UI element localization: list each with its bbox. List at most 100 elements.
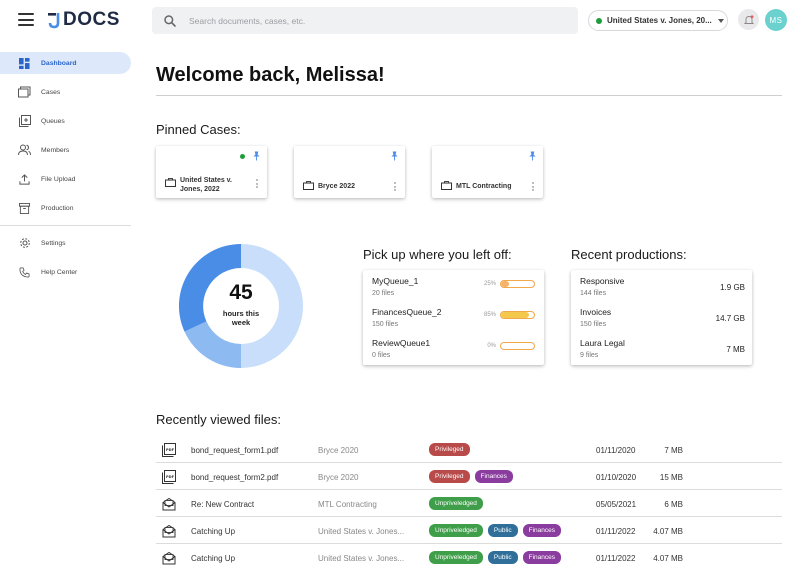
production-icon [18, 202, 31, 215]
table-row[interactable]: PDF bond_request_form2.pdf Bryce 2020 Privi… [156, 464, 782, 490]
sidebar-item-queues[interactable]: Queues [0, 110, 131, 132]
queue-progress-fill [501, 281, 510, 287]
search-bar[interactable] [152, 7, 578, 34]
sidebar-item-label: Members [41, 146, 70, 154]
tag-badge[interactable]: Privileged [429, 470, 470, 483]
sidebar-item-label: Help Center [41, 268, 78, 276]
members-icon [18, 144, 31, 157]
case-status-dot [596, 17, 602, 24]
queue-progress-bar [500, 280, 535, 288]
sidebar-item-members[interactable]: Members [0, 139, 131, 161]
queue-files: 20 files [372, 290, 395, 297]
file-date: 01/11/2020 [596, 446, 636, 455]
file-case: MTL Contracting [318, 500, 377, 509]
table-row[interactable]: Catching Up United States v. Jones... Unpr… [156, 518, 782, 544]
pdf-icon: PDF [162, 470, 176, 484]
tag-badge[interactable]: Finances [474, 470, 513, 483]
table-row[interactable]: PDF bond_request_form1.pdf Bryce 2020 Privi… [156, 437, 782, 463]
queues-icon [18, 115, 31, 128]
tag-badge[interactable]: Public [487, 551, 518, 564]
briefcase-icon [303, 181, 314, 190]
production-item[interactable]: Invoices 150 files 14.7 GB [580, 307, 745, 331]
sidebar-item-cases[interactable]: Cases [0, 81, 131, 103]
file-tags: Unpriveledged Public Finances [429, 524, 562, 537]
menu-icon[interactable] [18, 13, 34, 26]
production-files: 9 files [580, 352, 599, 359]
phone-icon [18, 266, 31, 279]
queue-name: MyQueue_1 [372, 276, 419, 286]
tag-badge[interactable]: Unpriveledged [429, 524, 483, 537]
case-status-dot [240, 154, 245, 159]
sidebar-item-file-upload[interactable]: File Upload [0, 168, 131, 190]
sidebar-item-label: Dashboard [41, 59, 77, 67]
file-name[interactable]: bond_request_form1.pdf [191, 446, 278, 455]
file-case: United States v. Jones... [318, 554, 405, 563]
queue-item[interactable]: MyQueue_1 20 files 25% [372, 276, 542, 300]
donut-center: 45 hours this week [179, 244, 303, 368]
svg-text:PDF: PDF [166, 448, 175, 452]
pinned-case-card[interactable]: Bryce 2022 [294, 146, 405, 198]
tag-badge[interactable]: Privileged [429, 443, 470, 456]
sidebar-item-dashboard[interactable]: Dashboard [0, 52, 131, 74]
logo[interactable]: DOCS [46, 9, 120, 31]
more-options-icon[interactable] [532, 182, 535, 193]
table-row[interactable]: Re: New Contract MTL Contracting Unprivele… [156, 491, 782, 517]
file-size: 4.07 MB [653, 554, 683, 563]
search-icon [164, 14, 176, 27]
title-divider [156, 95, 782, 96]
tag-badge[interactable]: Finances [522, 524, 562, 537]
file-name[interactable]: Re: New Contract [191, 500, 254, 509]
pin-icon[interactable] [528, 151, 537, 161]
pin-icon[interactable] [252, 151, 261, 161]
pinned-cases-heading: Pinned Cases: [156, 122, 241, 137]
pinned-case-card[interactable]: United States v. Jones, 2022 [156, 146, 267, 198]
page-title: Welcome back, Melissa! [156, 64, 385, 86]
chevron-down-icon [718, 18, 724, 23]
more-options-icon[interactable] [394, 182, 397, 193]
tag-badge[interactable]: Public [487, 524, 518, 537]
tag-badge[interactable]: Unpriveledged [429, 551, 483, 564]
file-name[interactable]: Catching Up [191, 554, 235, 563]
sidebar-item-label: Production [41, 204, 74, 212]
avatar[interactable]: MS [765, 9, 787, 31]
upload-icon [18, 173, 31, 186]
queue-percent: 0% [487, 343, 496, 349]
queue-percent: 85% [483, 312, 496, 318]
file-name[interactable]: bond_request_form2.pdf [191, 473, 278, 482]
notifications-button[interactable] [738, 9, 759, 30]
sidebar-item-production[interactable]: Production [0, 197, 131, 219]
file-name[interactable]: Catching Up [191, 527, 235, 536]
production-files: 150 files [580, 321, 607, 328]
production-item[interactable]: Responsive 144 files 1.9 GB [580, 276, 745, 300]
hours-label: hours this week [222, 308, 260, 328]
file-size: 6 MB [664, 500, 683, 509]
productions-card: Responsive 144 files 1.9 GB Invoices 150… [571, 270, 752, 365]
queue-progress-fill [501, 312, 530, 318]
recent-files-heading: Recently viewed files: [156, 412, 281, 427]
production-size: 1.9 GB [720, 283, 745, 292]
pin-icon[interactable] [390, 151, 399, 161]
production-name: Responsive [580, 276, 625, 286]
svg-text:PDF: PDF [166, 475, 175, 479]
pinned-case-card[interactable]: MTL Contracting [432, 146, 543, 198]
queue-name: ReviewQueue1 [372, 338, 431, 348]
sidebar-item-help-center[interactable]: Help Center [0, 261, 131, 283]
production-item[interactable]: Laura Legal 9 files 7 MB [580, 338, 745, 362]
search-input[interactable] [189, 15, 549, 26]
email-icon [162, 524, 176, 538]
file-date: 01/11/2022 [596, 527, 636, 536]
sidebar-item-settings[interactable]: Settings [0, 232, 131, 254]
production-size: 7 MB [726, 345, 745, 354]
more-options-icon[interactable] [256, 179, 259, 190]
tag-badge[interactable]: Unpriveledged [429, 497, 483, 510]
sidebar-item-label: Cases [41, 88, 61, 96]
queue-name: FinancesQueue_2 [372, 307, 442, 317]
productions-heading: Recent productions: [571, 247, 687, 262]
logo-text: DOCS [63, 9, 120, 30]
queues-card: MyQueue_1 20 files 25% FinancesQueue_2 1… [363, 270, 544, 365]
tag-badge[interactable]: Finances [522, 551, 562, 564]
table-row[interactable]: Catching Up United States v. Jones... Unpr… [156, 545, 782, 571]
queue-item[interactable]: FinancesQueue_2 150 files 85% [372, 307, 542, 331]
case-selector[interactable]: United States v. Jones, 20... [588, 10, 728, 31]
queue-item[interactable]: ReviewQueue1 0 files 0% [372, 338, 542, 362]
